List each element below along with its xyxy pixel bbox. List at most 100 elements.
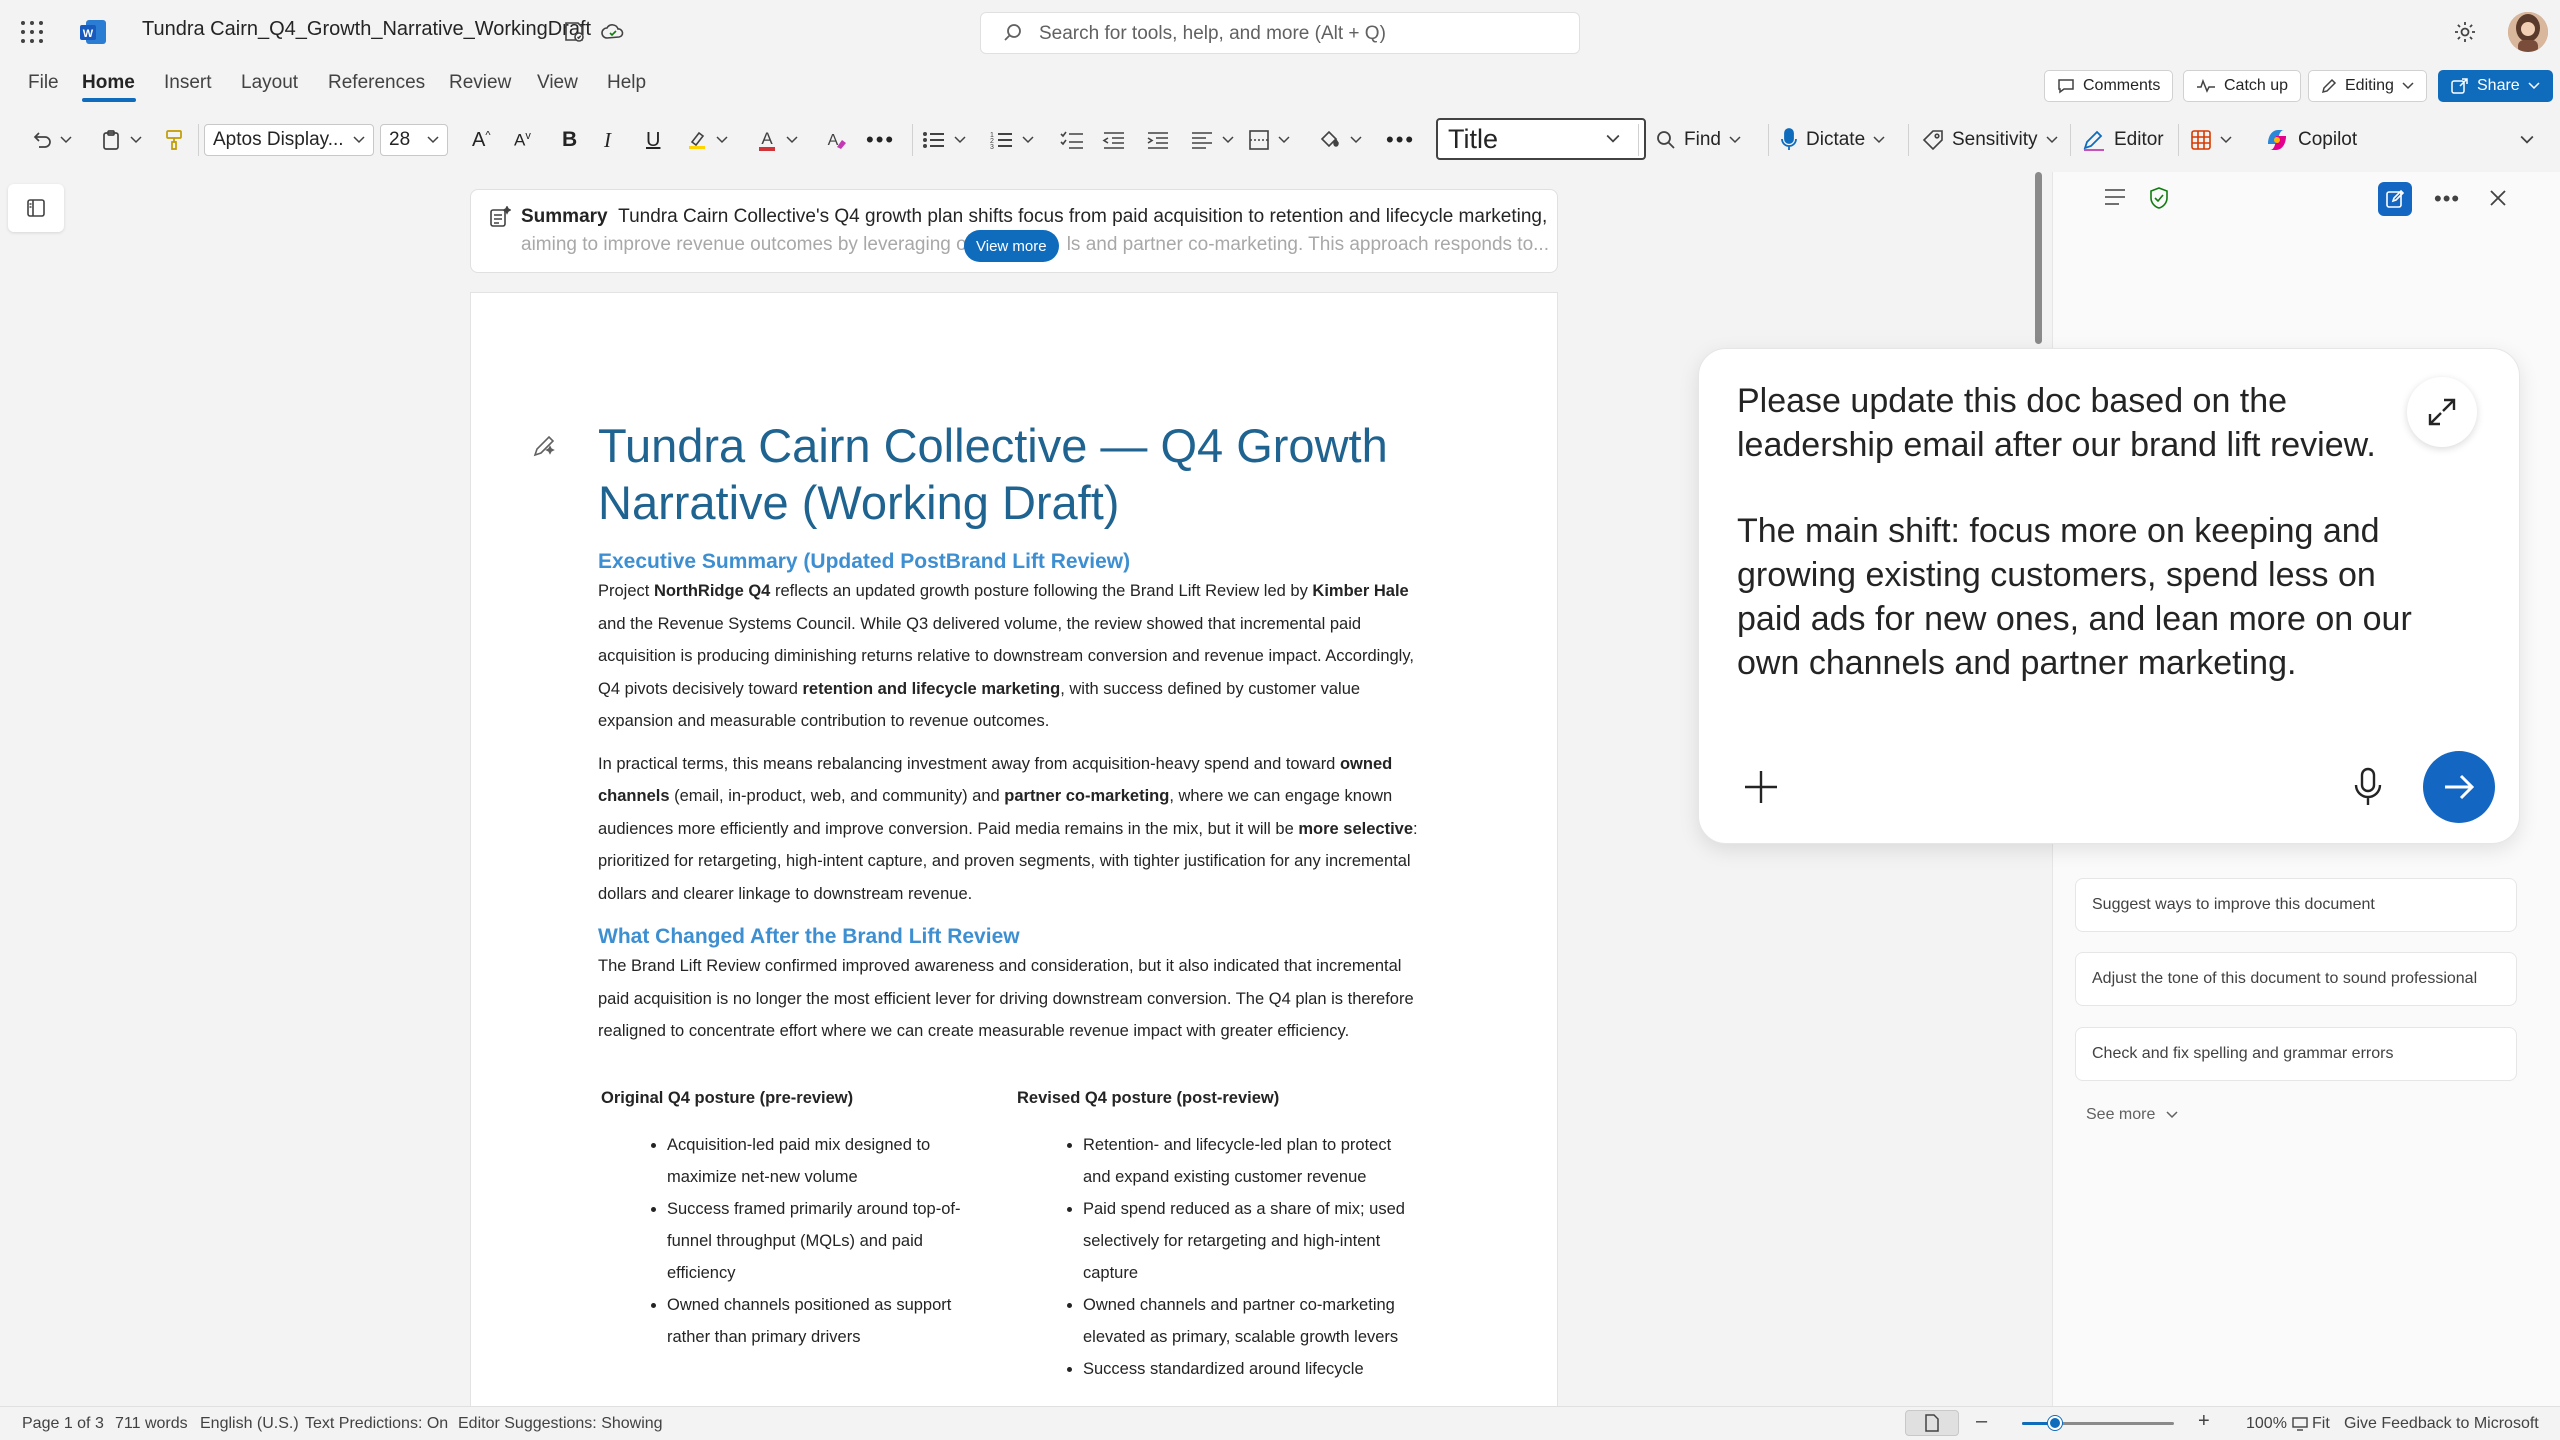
copilot-prompt-box[interactable]: Please update this doc based on the lead… <box>1698 348 2520 844</box>
styles-dropdown-button[interactable] <box>1606 118 1620 160</box>
close-icon[interactable] <box>2488 188 2508 208</box>
more-icon: ••• <box>1386 127 1416 152</box>
italic-button[interactable]: I <box>604 124 611 156</box>
more-paragraph-options-button[interactable]: ••• <box>1386 124 1415 156</box>
print-layout-button[interactable] <box>1905 1410 1959 1436</box>
list-revised-posture: Retention- and lifecycle-led plan to pro… <box>1083 1129 1423 1385</box>
app-launcher-icon[interactable] <box>20 20 44 44</box>
editing-mode-button[interactable]: Editing <box>2308 70 2427 102</box>
dictate-button[interactable]: Dictate <box>1780 124 1885 156</box>
shading-button[interactable] <box>1318 124 1362 156</box>
settings-gear-icon[interactable] <box>2453 20 2477 44</box>
tab-insert[interactable]: Insert <box>164 72 212 94</box>
chevron-down-icon <box>1350 136 1362 144</box>
document-page[interactable]: Tundra Cairn Collective — Q4 Growth Narr… <box>470 292 1558 1412</box>
tab-review[interactable]: Review <box>449 72 511 94</box>
sensitivity-button[interactable]: Sensitivity <box>1922 124 2058 156</box>
see-more-link[interactable]: See more <box>2086 1106 2178 1124</box>
highlight-button[interactable] <box>686 124 728 156</box>
numbering-button[interactable]: 123 <box>990 124 1034 156</box>
suggestion-adjust-tone[interactable]: Adjust the tone of this document to soun… <box>2075 952 2517 1006</box>
borders-button[interactable] <box>1248 124 1290 156</box>
font-color-button[interactable]: A <box>756 124 798 156</box>
sensitivity-label: Sensitivity <box>1952 129 2038 150</box>
list-item: Success standardized around lifecycle <box>1083 1353 1423 1385</box>
underline-button[interactable]: U <box>646 124 660 156</box>
svg-text:A: A <box>828 132 839 149</box>
bold-text-run: partner co-marketing <box>1004 787 1170 805</box>
voice-input-button[interactable] <box>2353 767 2383 807</box>
page-count[interactable]: Page 1 of 3 <box>22 1415 104 1433</box>
checklist-button[interactable] <box>1060 124 1084 156</box>
user-avatar[interactable] <box>2508 12 2548 52</box>
document-scrollbar-thumb[interactable] <box>2035 172 2042 344</box>
tab-file[interactable]: File <box>28 72 59 94</box>
text-predictions-status[interactable]: Text Predictions: On <box>305 1415 448 1433</box>
expand-button[interactable] <box>2407 377 2477 447</box>
paragraph-practical-terms: In practical terms, this means rebalanci… <box>598 748 1418 911</box>
microphone-icon <box>1781 128 1797 150</box>
pane-menu-icon[interactable] <box>2104 188 2126 206</box>
fit-button[interactable]: Fit <box>2292 1415 2330 1433</box>
editor-button[interactable]: Editor <box>2082 124 2164 156</box>
more-font-options-button[interactable]: ••• <box>866 124 895 156</box>
save-status-icon[interactable] <box>562 20 586 44</box>
comments-button[interactable]: Comments <box>2044 70 2174 102</box>
copilot-label: Copilot <box>2298 129 2358 150</box>
new-chat-button[interactable] <box>2378 182 2412 216</box>
bold-button[interactable]: B <box>562 124 577 156</box>
summary-text-faded-left: aiming to improve revenue outcomes by le… <box>521 234 967 255</box>
more-options-icon[interactable]: ••• <box>2434 186 2460 212</box>
font-name-combo[interactable]: Aptos Display... <box>204 124 374 156</box>
clear-formatting-button[interactable]: A <box>824 124 848 156</box>
zoom-in-button[interactable]: + <box>2198 1410 2210 1433</box>
add-ins-button[interactable] <box>2190 124 2232 156</box>
prompt-text-line-2: The main shift: focus more on keeping an… <box>1737 512 2412 682</box>
tab-help[interactable]: Help <box>607 72 646 94</box>
navigation-pane-button[interactable] <box>8 184 64 232</box>
search-box[interactable]: Search for tools, help, and more (Alt + … <box>980 12 1580 54</box>
document-body[interactable]: Tundra Cairn Collective — Q4 Growth Narr… <box>598 417 1418 1048</box>
font-size-value: 28 <box>389 129 411 150</box>
suggestion-fix-spelling[interactable]: Check and fix spelling and grammar error… <box>2075 1027 2517 1081</box>
undo-button[interactable] <box>30 124 72 156</box>
catch-up-button[interactable]: Catch up <box>2183 70 2302 102</box>
copilot-button[interactable]: Copilot <box>2264 124 2357 156</box>
increase-indent-button[interactable] <box>1146 124 1170 156</box>
document-title[interactable]: Tundra Cairn_Q4_Growth_Narrative_Working… <box>142 18 591 41</box>
tab-view[interactable]: View <box>537 72 578 94</box>
word-count[interactable]: 711 words <box>115 1415 188 1433</box>
tab-layout[interactable]: Layout <box>241 72 298 94</box>
zoom-out-button[interactable]: – <box>1976 1410 1987 1433</box>
zoom-level[interactable]: 100% <box>2246 1415 2287 1433</box>
arrow-right-icon <box>2445 774 2475 800</box>
editor-suggestions-status[interactable]: Editor Suggestions: Showing <box>458 1415 663 1433</box>
share-button[interactable]: Share <box>2438 70 2553 102</box>
suggestion-improve-document[interactable]: Suggest ways to improve this document <box>2075 878 2517 932</box>
share-icon <box>2451 78 2468 94</box>
view-more-button[interactable]: View more <box>964 230 1059 262</box>
shrink-font-button[interactable]: Av <box>514 124 531 156</box>
font-size-combo[interactable]: 28 <box>380 124 448 156</box>
copilot-draft-icon[interactable] <box>531 433 557 459</box>
bullets-button[interactable] <box>922 124 966 156</box>
tab-home[interactable]: Home <box>82 72 135 94</box>
zoom-slider[interactable] <box>2022 1416 2174 1430</box>
tab-references[interactable]: References <box>328 72 425 94</box>
font-color-icon: A <box>759 129 775 151</box>
find-button[interactable]: Find <box>1656 124 1741 156</box>
cloud-sync-icon[interactable] <box>600 20 626 44</box>
decrease-indent-button[interactable] <box>1102 124 1126 156</box>
send-button[interactable] <box>2423 751 2495 823</box>
paste-button[interactable] <box>100 124 142 156</box>
grow-font-button[interactable]: A^ <box>472 124 491 156</box>
shield-check-icon[interactable] <box>2148 186 2170 210</box>
apps-grid-icon <box>2191 130 2211 150</box>
align-button[interactable] <box>1190 124 1234 156</box>
language-indicator[interactable]: English (U.S.) <box>200 1415 299 1433</box>
ribbon-collapse-button[interactable] <box>2520 124 2534 156</box>
summary-icon <box>490 206 511 227</box>
attach-plus-button[interactable] <box>1743 769 1779 805</box>
feedback-link[interactable]: Give Feedback to Microsoft <box>2344 1415 2539 1433</box>
format-painter-button[interactable] <box>164 124 184 156</box>
